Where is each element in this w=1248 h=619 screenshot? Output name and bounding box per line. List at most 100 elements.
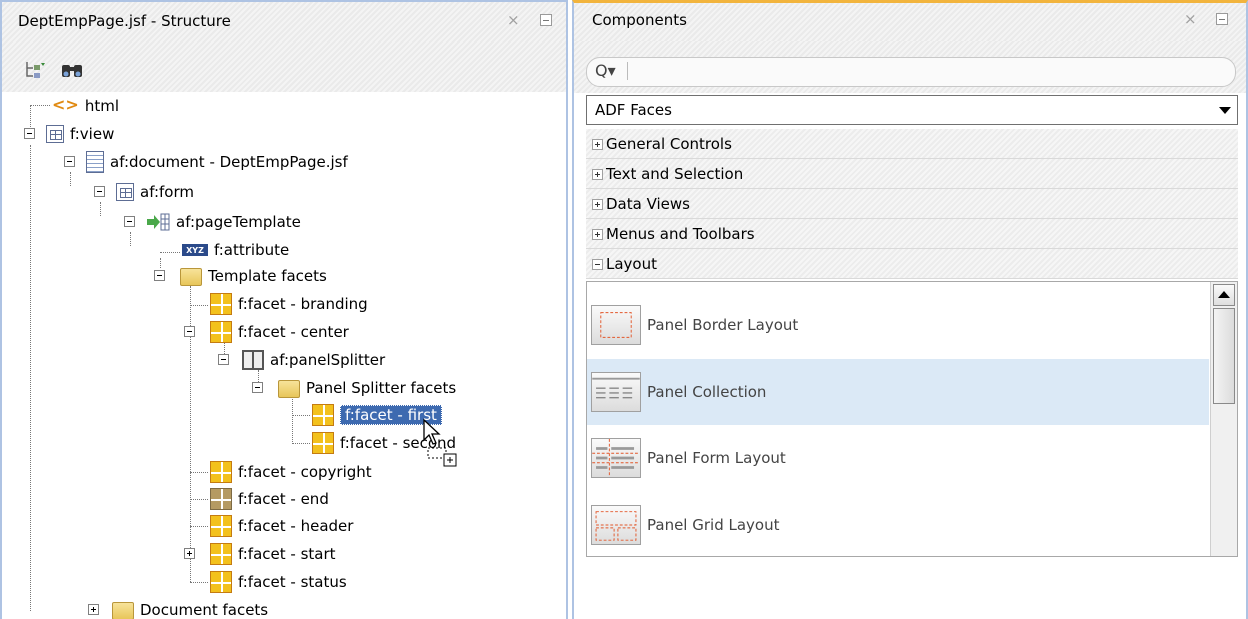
expand-toggle-facet-start[interactable] xyxy=(184,548,195,559)
component-label: Panel Form Layout xyxy=(647,449,786,467)
components-titlebar: Components × xyxy=(574,3,1246,41)
library-select[interactable]: ADF Faces xyxy=(586,95,1238,125)
collapse-toggle-panelsplitter[interactable] xyxy=(218,354,229,365)
library-select-value: ADF Faces xyxy=(595,101,672,119)
structure-panel: DeptEmpPage.jsf - Structure × <> html f:… xyxy=(0,0,568,619)
component-panel-form-layout[interactable]: Panel Form Layout xyxy=(587,425,1209,491)
tree-node-af-document[interactable]: af:document - DeptEmpPage.jsf xyxy=(86,150,348,174)
tree-node-f-attribute[interactable]: XYZ f:attribute xyxy=(182,238,289,262)
category-general-controls[interactable]: General Controls xyxy=(586,129,1238,159)
facet-icon xyxy=(312,404,334,426)
tree-node-document-facets[interactable]: Document facets xyxy=(112,598,268,619)
tree-node-label: f:facet - center xyxy=(238,323,349,341)
collapse-toggle-f-view[interactable] xyxy=(24,128,35,139)
component-label: Panel Collection xyxy=(647,383,767,401)
panel-collection-icon xyxy=(591,372,641,412)
tree-node-facet-status[interactable]: f:facet - status xyxy=(210,570,347,594)
tree-node-label: f:facet - copyright xyxy=(238,463,372,481)
grid-icon xyxy=(116,183,134,201)
collapse-toggle-template-facets[interactable] xyxy=(154,270,165,281)
category-layout[interactable]: Layout xyxy=(586,249,1238,279)
expand-icon xyxy=(592,169,603,180)
facet-disabled-icon xyxy=(210,488,232,510)
collapse-icon xyxy=(592,259,603,270)
facet-icon xyxy=(210,543,232,565)
tree-node-label: f:facet - header xyxy=(238,517,354,535)
html-tag-icon: <> xyxy=(52,95,79,114)
tree-node-label: f:facet - branding xyxy=(238,295,368,313)
expand-toggle-document-facets[interactable] xyxy=(88,604,99,615)
tree-node-label: f:facet - end xyxy=(238,490,329,508)
structure-tree: <> html f:view af:document - DeptEmpPage… xyxy=(2,92,566,619)
tree-node-label: f:facet - start xyxy=(238,545,336,563)
tree-node-template-facets[interactable]: Template facets xyxy=(180,264,327,288)
tree-node-facet-end[interactable]: f:facet - end xyxy=(210,487,329,511)
tree-node-facet-copyright[interactable]: f:facet - copyright xyxy=(210,460,372,484)
tree-node-facet-branding[interactable]: f:facet - branding xyxy=(210,292,368,316)
panel-form-layout-icon xyxy=(591,438,641,478)
minimize-icon[interactable] xyxy=(1216,13,1228,25)
collapse-toggle-panel-splitter-facets[interactable] xyxy=(252,382,263,393)
facet-icon xyxy=(210,515,232,537)
tree-node-af-form[interactable]: af:form xyxy=(116,180,194,204)
tree-node-facet-center[interactable]: f:facet - center xyxy=(210,320,349,344)
component-panel-collection[interactable]: Panel Collection xyxy=(587,359,1209,425)
tree-node-label: f:attribute xyxy=(214,241,290,259)
structure-title: DeptEmpPage.jsf - Structure xyxy=(18,12,231,30)
tree-node-af-panelsplitter[interactable]: af:panelSplitter xyxy=(242,348,385,372)
expand-icon xyxy=(592,139,603,150)
panel-grid-layout-icon xyxy=(591,505,641,545)
tree-node-label: af:document - DeptEmpPage.jsf xyxy=(110,153,348,171)
show-attributes-icon[interactable] xyxy=(24,60,48,80)
close-icon[interactable]: × xyxy=(507,11,520,29)
category-text-and-selection[interactable]: Text and Selection xyxy=(586,159,1238,189)
tree-node-panel-splitter-facets[interactable]: Panel Splitter facets xyxy=(278,376,456,400)
facet-icon xyxy=(210,293,232,315)
tree-node-label: af:form xyxy=(140,183,194,201)
tree-node-af-pagetemplate[interactable]: af:pageTemplate xyxy=(146,210,301,234)
search-icon[interactable]: Q▾ xyxy=(595,61,616,80)
scrollbar-thumb[interactable] xyxy=(1213,308,1235,404)
component-label: Panel Grid Layout xyxy=(647,516,780,534)
component-label: Panel Border Layout xyxy=(647,316,799,334)
tree-node-label: Template facets xyxy=(208,267,327,285)
structure-titlebar: DeptEmpPage.jsf - Structure × xyxy=(2,2,566,42)
expand-icon xyxy=(592,199,603,210)
component-panel-grid-layout[interactable]: Panel Grid Layout xyxy=(587,492,1209,556)
layout-component-list: Panel Border Layout Panel Collection Pan… xyxy=(586,281,1238,557)
tree-node-label: Document facets xyxy=(140,601,269,619)
tree-node-label: f:facet - status xyxy=(238,573,347,591)
tree-node-label: Panel Splitter facets xyxy=(306,379,457,397)
tree-node-f-view[interactable]: f:view xyxy=(46,122,114,146)
tree-node-facet-start[interactable]: f:facet - start xyxy=(210,542,336,566)
close-icon[interactable]: × xyxy=(1184,10,1197,28)
tree-node-label: html xyxy=(84,97,119,115)
tree-node-label: f:view xyxy=(70,125,115,143)
component-panel-border-layout[interactable]: Panel Border Layout xyxy=(587,292,1209,358)
minimize-icon[interactable] xyxy=(540,14,552,26)
search-input[interactable] xyxy=(635,61,1219,83)
attribute-xyz-icon: XYZ xyxy=(182,244,208,256)
collapse-toggle-af-form[interactable] xyxy=(94,186,105,197)
facet-icon xyxy=(210,321,232,343)
drag-cursor-icon xyxy=(423,418,457,467)
collapse-toggle-af-document[interactable] xyxy=(64,156,75,167)
scroll-up-icon[interactable] xyxy=(1213,284,1235,306)
tree-node-label: af:pageTemplate xyxy=(176,213,301,231)
collapse-toggle-facet-center[interactable] xyxy=(184,326,195,337)
collapse-toggle-af-pagetemplate[interactable] xyxy=(124,216,135,227)
category-menus-and-toolbars[interactable]: Menus and Toolbars xyxy=(586,219,1238,249)
category-label: Menus and Toolbars xyxy=(606,225,755,243)
facet-icon xyxy=(210,571,232,593)
expand-icon xyxy=(592,229,603,240)
tree-node-html[interactable]: <> html xyxy=(52,94,119,118)
tree-node-label: af:panelSplitter xyxy=(270,351,386,369)
tree-node-facet-header[interactable]: f:facet - header xyxy=(210,514,353,538)
binoculars-icon[interactable] xyxy=(60,60,84,80)
component-list-scrollbar[interactable] xyxy=(1210,282,1237,556)
component-search-box[interactable]: Q▾ xyxy=(586,57,1236,87)
chevron-down-icon[interactable] xyxy=(1219,107,1231,114)
document-icon xyxy=(86,151,104,173)
page-template-icon xyxy=(147,213,170,231)
category-data-views[interactable]: Data Views xyxy=(586,189,1238,219)
